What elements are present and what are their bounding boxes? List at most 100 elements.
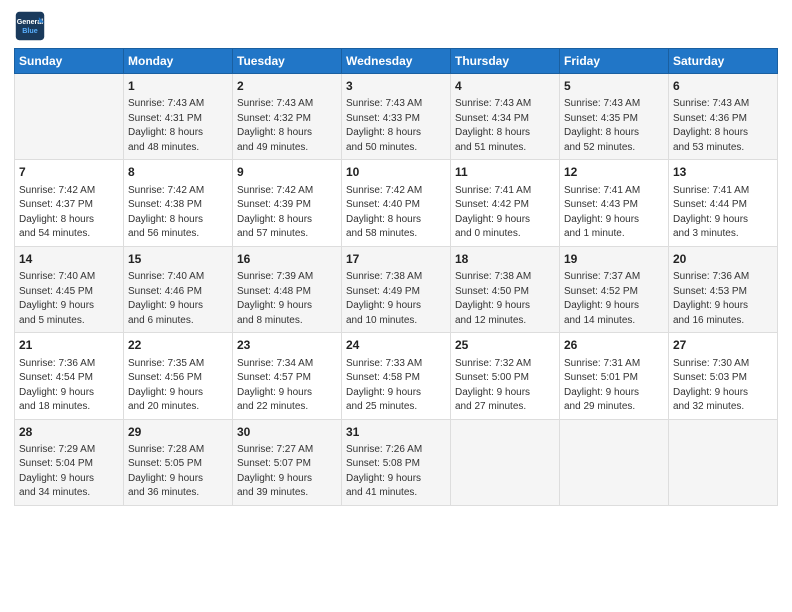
- weekday-header-sunday: Sunday: [15, 49, 124, 74]
- day-info: Sunrise: 7:33 AM Sunset: 4:58 PM Dayligh…: [346, 357, 446, 415]
- day-number: 29: [128, 424, 228, 441]
- calendar-cell: 16 Sunrise: 7:39 AM Sunset: 4:48 PM Dayli…: [233, 246, 342, 332]
- calendar-cell: [560, 419, 669, 505]
- calendar-table: SundayMondayTuesdayWednesdayThursdayFrid…: [14, 48, 778, 506]
- day-info: Sunrise: 7:42 AM Sunset: 4:38 PM Dayligh…: [128, 184, 228, 242]
- day-number: 25: [455, 337, 555, 354]
- day-number: 2: [237, 78, 337, 95]
- calendar-cell: 31 Sunrise: 7:26 AM Sunset: 5:08 PM Dayli…: [342, 419, 451, 505]
- weekday-header-wednesday: Wednesday: [342, 49, 451, 74]
- week-row-1: 1 Sunrise: 7:43 AM Sunset: 4:31 PM Daylig…: [15, 74, 778, 160]
- header: General Blue: [14, 10, 778, 42]
- calendar-cell: [669, 419, 778, 505]
- calendar-cell: 5Sunrise: 7:43 AM Sunset: 4:35 PM Daylig…: [560, 74, 669, 160]
- day-info: Sunrise: 7:39 AM Sunset: 4:48 PM Dayligh…: [237, 270, 337, 328]
- day-number: 1: [128, 78, 228, 95]
- week-row-2: 7 Sunrise: 7:42 AM Sunset: 4:37 PM Daylig…: [15, 160, 778, 246]
- day-number: 30: [237, 424, 337, 441]
- day-number: 6: [673, 78, 773, 95]
- day-number: 23: [237, 337, 337, 354]
- calendar-cell: 9 Sunrise: 7:42 AM Sunset: 4:39 PM Daylig…: [233, 160, 342, 246]
- calendar-cell: 22Sunrise: 7:35 AM Sunset: 4:56 PM Dayli…: [124, 333, 233, 419]
- svg-text:Blue: Blue: [22, 27, 37, 35]
- calendar-cell: 23 Sunrise: 7:34 AM Sunset: 4:57 PM Dayli…: [233, 333, 342, 419]
- day-info: Sunrise: 7:43 AM Sunset: 4:33 PM Dayligh…: [346, 97, 446, 155]
- day-number: 9: [237, 164, 337, 181]
- logo: General Blue: [14, 10, 50, 42]
- weekday-header-thursday: Thursday: [451, 49, 560, 74]
- calendar-cell: 12Sunrise: 7:41 AM Sunset: 4:43 PM Dayli…: [560, 160, 669, 246]
- day-info: Sunrise: 7:42 AM Sunset: 4:37 PM Dayligh…: [19, 184, 119, 242]
- day-info: Sunrise: 7:30 AM Sunset: 5:03 PM Dayligh…: [673, 357, 773, 415]
- calendar-cell: 27 Sunrise: 7:30 AM Sunset: 5:03 PM Dayli…: [669, 333, 778, 419]
- calendar-cell: 21Sunrise: 7:36 AM Sunset: 4:54 PM Dayli…: [15, 333, 124, 419]
- week-row-4: 21Sunrise: 7:36 AM Sunset: 4:54 PM Dayli…: [15, 333, 778, 419]
- day-info: Sunrise: 7:43 AM Sunset: 4:34 PM Dayligh…: [455, 97, 555, 155]
- day-number: 3: [346, 78, 446, 95]
- day-number: 28: [19, 424, 119, 441]
- day-number: 15: [128, 251, 228, 268]
- day-number: 27: [673, 337, 773, 354]
- day-number: 14: [19, 251, 119, 268]
- calendar-cell: 14 Sunrise: 7:40 AM Sunset: 4:45 PM Dayli…: [15, 246, 124, 332]
- day-number: 11: [455, 164, 555, 181]
- day-info: Sunrise: 7:41 AM Sunset: 4:44 PM Dayligh…: [673, 184, 773, 242]
- day-number: 24: [346, 337, 446, 354]
- weekday-header-monday: Monday: [124, 49, 233, 74]
- calendar-cell: 30 Sunrise: 7:27 AM Sunset: 5:07 PM Dayli…: [233, 419, 342, 505]
- day-info: Sunrise: 7:40 AM Sunset: 4:45 PM Dayligh…: [19, 270, 119, 328]
- page-container: General Blue SundayMondayTuesdayWednesda…: [0, 0, 792, 516]
- day-number: 31: [346, 424, 446, 441]
- day-number: 10: [346, 164, 446, 181]
- day-number: 7: [19, 164, 119, 181]
- day-number: 8: [128, 164, 228, 181]
- day-number: 4: [455, 78, 555, 95]
- day-number: 5: [564, 78, 664, 95]
- calendar-cell: 13 Sunrise: 7:41 AM Sunset: 4:44 PM Dayli…: [669, 160, 778, 246]
- day-info: Sunrise: 7:26 AM Sunset: 5:08 PM Dayligh…: [346, 443, 446, 501]
- day-info: Sunrise: 7:41 AM Sunset: 4:42 PM Dayligh…: [455, 184, 555, 242]
- calendar-cell: 20 Sunrise: 7:36 AM Sunset: 4:53 PM Dayli…: [669, 246, 778, 332]
- weekday-header-row: SundayMondayTuesdayWednesdayThursdayFrid…: [15, 49, 778, 74]
- calendar-cell: 11 Sunrise: 7:41 AM Sunset: 4:42 PM Dayli…: [451, 160, 560, 246]
- day-info: Sunrise: 7:42 AM Sunset: 4:40 PM Dayligh…: [346, 184, 446, 242]
- calendar-cell: [15, 74, 124, 160]
- day-info: Sunrise: 7:43 AM Sunset: 4:32 PM Dayligh…: [237, 97, 337, 155]
- day-info: Sunrise: 7:31 AM Sunset: 5:01 PM Dayligh…: [564, 357, 664, 415]
- calendar-cell: 18Sunrise: 7:38 AM Sunset: 4:50 PM Dayli…: [451, 246, 560, 332]
- day-info: Sunrise: 7:32 AM Sunset: 5:00 PM Dayligh…: [455, 357, 555, 415]
- calendar-cell: 8 Sunrise: 7:42 AM Sunset: 4:38 PM Daylig…: [124, 160, 233, 246]
- day-info: Sunrise: 7:27 AM Sunset: 5:07 PM Dayligh…: [237, 443, 337, 501]
- day-info: Sunrise: 7:43 AM Sunset: 4:31 PM Dayligh…: [128, 97, 228, 155]
- day-number: 20: [673, 251, 773, 268]
- day-number: 13: [673, 164, 773, 181]
- calendar-cell: 17Sunrise: 7:38 AM Sunset: 4:49 PM Dayli…: [342, 246, 451, 332]
- calendar-cell: 1 Sunrise: 7:43 AM Sunset: 4:31 PM Daylig…: [124, 74, 233, 160]
- week-row-5: 28 Sunrise: 7:29 AM Sunset: 5:04 PM Dayli…: [15, 419, 778, 505]
- day-info: Sunrise: 7:38 AM Sunset: 4:50 PM Dayligh…: [455, 270, 555, 328]
- day-info: Sunrise: 7:42 AM Sunset: 4:39 PM Dayligh…: [237, 184, 337, 242]
- weekday-header-friday: Friday: [560, 49, 669, 74]
- day-info: Sunrise: 7:38 AM Sunset: 4:49 PM Dayligh…: [346, 270, 446, 328]
- day-number: 19: [564, 251, 664, 268]
- calendar-cell: 19 Sunrise: 7:37 AM Sunset: 4:52 PM Dayli…: [560, 246, 669, 332]
- day-info: Sunrise: 7:34 AM Sunset: 4:57 PM Dayligh…: [237, 357, 337, 415]
- calendar-cell: 7 Sunrise: 7:42 AM Sunset: 4:37 PM Daylig…: [15, 160, 124, 246]
- calendar-cell: 4 Sunrise: 7:43 AM Sunset: 4:34 PM Daylig…: [451, 74, 560, 160]
- calendar-cell: 26 Sunrise: 7:31 AM Sunset: 5:01 PM Dayli…: [560, 333, 669, 419]
- day-info: Sunrise: 7:29 AM Sunset: 5:04 PM Dayligh…: [19, 443, 119, 501]
- day-number: 26: [564, 337, 664, 354]
- weekday-header-tuesday: Tuesday: [233, 49, 342, 74]
- calendar-cell: 15 Sunrise: 7:40 AM Sunset: 4:46 PM Dayli…: [124, 246, 233, 332]
- calendar-header: SundayMondayTuesdayWednesdayThursdayFrid…: [15, 49, 778, 74]
- day-info: Sunrise: 7:37 AM Sunset: 4:52 PM Dayligh…: [564, 270, 664, 328]
- day-number: 16: [237, 251, 337, 268]
- day-info: Sunrise: 7:36 AM Sunset: 4:53 PM Dayligh…: [673, 270, 773, 328]
- day-info: Sunrise: 7:43 AM Sunset: 4:36 PM Dayligh…: [673, 97, 773, 155]
- day-info: Sunrise: 7:41 AM Sunset: 4:43 PM Dayligh…: [564, 184, 664, 242]
- calendar-cell: 10 Sunrise: 7:42 AM Sunset: 4:40 PM Dayli…: [342, 160, 451, 246]
- day-info: Sunrise: 7:28 AM Sunset: 5:05 PM Dayligh…: [128, 443, 228, 501]
- calendar-body: 1 Sunrise: 7:43 AM Sunset: 4:31 PM Daylig…: [15, 74, 778, 506]
- calendar-cell: 29 Sunrise: 7:28 AM Sunset: 5:05 PM Dayli…: [124, 419, 233, 505]
- day-info: Sunrise: 7:40 AM Sunset: 4:46 PM Dayligh…: [128, 270, 228, 328]
